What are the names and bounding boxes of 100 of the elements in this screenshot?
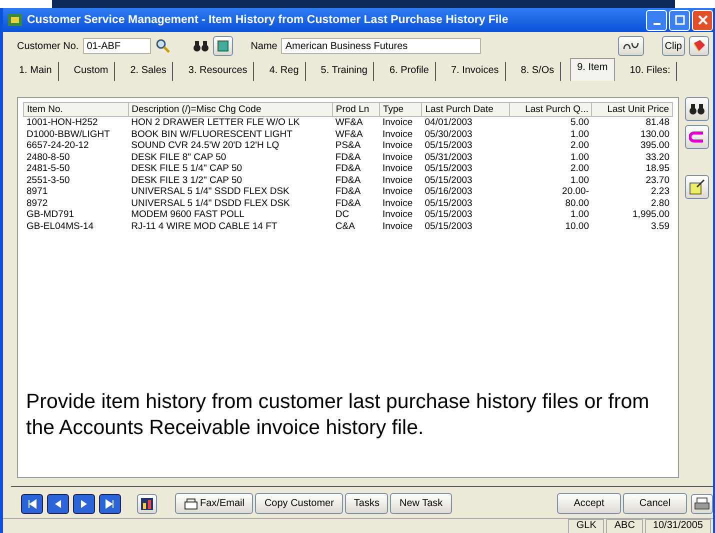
magnet-button[interactable] [685, 125, 709, 149]
table-cell-text: WF&A [334, 128, 364, 140]
table-cell-text: DC [334, 209, 350, 220]
tab[interactable]: 2. Sales [124, 62, 174, 81]
table-cell: HON 2 DRAWER LETTER FLE W/O LK [128, 116, 332, 128]
binoculars-icon [689, 102, 705, 116]
table-cell-text: 10.00 [564, 220, 590, 232]
tab[interactable]: 3. Resources [182, 62, 254, 81]
last-icon [104, 498, 116, 510]
table-cell-text: Invoice [382, 198, 414, 209]
close-button[interactable] [692, 10, 713, 30]
table-cell-text: 2.00 [569, 163, 590, 174]
maximize-button[interactable] [669, 10, 690, 30]
binoculars-icon[interactable] [192, 39, 209, 53]
table-cell-text: 395.00 [639, 140, 670, 152]
tab[interactable]: 10. Files: [624, 62, 678, 81]
note-button[interactable] [685, 175, 709, 199]
table-cell-text: 33.20 [644, 152, 670, 163]
footer-button[interactable]: Fax/Email [175, 493, 254, 514]
table-cell-text: Invoice [382, 140, 414, 152]
column-header[interactable]: Last Purch Q... [510, 102, 592, 116]
tab[interactable]: Custom [68, 62, 116, 81]
table-cell-text: 05/30/2003 [424, 128, 474, 140]
table-cell-text: 1.00 [569, 152, 590, 163]
square-icon [216, 40, 229, 52]
table-cell-text: 2551-3-50 [26, 174, 71, 186]
name-field[interactable]: American Business Futures [281, 38, 482, 54]
column-header[interactable]: Description (/)=Misc Chg Code [128, 102, 332, 116]
table-cell-text: FD&A [334, 174, 362, 186]
field-label: Customer No. [17, 40, 79, 52]
column-header[interactable]: Last Purch Date [422, 102, 510, 116]
first-record-button[interactable] [21, 494, 43, 514]
table-cell-text: 05/15/2003 [424, 198, 474, 209]
table-cell-text: Invoice [382, 128, 414, 140]
table-cell-text: 05/16/2003 [424, 186, 474, 198]
minimize-button[interactable] [646, 10, 667, 30]
printer-button[interactable] [691, 494, 713, 514]
minimize-icon [652, 23, 660, 25]
footer-button[interactable]: Tasks [344, 493, 388, 514]
table-cell-text: 2481-5-50 [26, 163, 71, 174]
table-cell: 04/01/2003 [422, 116, 510, 128]
maximize-icon [674, 15, 684, 25]
tab[interactable]: 7. Invoices [444, 62, 506, 81]
tab[interactable]: 4. Reg [263, 62, 306, 81]
table-cell-text: C&A [334, 220, 356, 232]
close-icon [698, 15, 708, 25]
tab[interactable]: 5. Training [314, 62, 374, 81]
app-icon [7, 12, 23, 28]
column-header[interactable]: Prod Ln [332, 102, 380, 116]
table-cell-text: GB-EL04MS-14 [26, 220, 95, 232]
tab[interactable]: 9. Item [570, 58, 615, 81]
status-field: ABC [606, 519, 643, 533]
column-header[interactable]: Last Unit Price [592, 102, 672, 116]
previous-record-button[interactable] [47, 494, 69, 514]
tab[interactable]: 1. Main [13, 62, 59, 81]
binoculars-button[interactable] [685, 97, 709, 121]
status-field: GLK [568, 519, 604, 533]
table-cell-text: 2.23 [650, 186, 670, 198]
window-title: Customer Service Management - Item History from Customer Last Purchase History File [27, 14, 508, 26]
table-cell-text: Invoice [382, 174, 414, 186]
next-record-button[interactable] [73, 494, 95, 514]
note-icon [689, 179, 705, 195]
table-cell-text: 1,995.00 [632, 209, 670, 220]
table-cell-text: DESK FILE 5 1/4" CAP 50 [130, 163, 244, 174]
clip-button[interactable]: Clip [662, 36, 685, 56]
search-icon[interactable] [154, 38, 171, 54]
tab[interactable]: 6. Profile [383, 62, 436, 81]
footer-button[interactable]: Accept [557, 493, 621, 514]
table-cell-text: 18.95 [644, 163, 670, 174]
table-cell-text: 20.00- [561, 186, 590, 198]
table-cell-text: 8972 [26, 198, 49, 209]
table-cell-text: 6657-24-20-12 [26, 140, 90, 152]
table-cell: 81.48 [592, 116, 672, 128]
table-cell-text: Invoice [382, 209, 414, 220]
table-cell-text: D1000-BBW/LIGHT [26, 128, 111, 140]
table-cell-text: 05/15/2003 [424, 209, 474, 220]
table-cell-text: UNIVERSAL 5 1/4" SSDD FLEX DSK [130, 186, 290, 198]
table-cell-text: MODEM 9600 FAST POLL [130, 209, 246, 220]
footer-button[interactable]: Copy Customer [255, 493, 343, 514]
table-cell-text: SOUND CVR 24.5'W 20'D 12'H LQ [130, 140, 280, 152]
footer-button[interactable]: Cancel [623, 493, 687, 514]
status-field: 10/31/2005 [644, 519, 711, 533]
table-cell-text: 23.70 [644, 174, 670, 186]
last-record-button[interactable] [99, 494, 121, 514]
footer-button[interactable]: New Task [390, 493, 452, 514]
table-cell-text: 1.00 [569, 128, 590, 140]
table-cell-text: DESK FILE 8" CAP 50 [130, 152, 228, 163]
table-cell: 5.00 [510, 116, 592, 128]
tab[interactable]: 8. S/Os [514, 62, 562, 81]
customer-number-field[interactable]: 01-ABF [82, 38, 151, 54]
column-header[interactable]: Item No. [24, 102, 128, 116]
table-cell-text: PS&A [334, 140, 362, 152]
table-cell-text: 05/31/2003 [424, 152, 474, 163]
table-cell-text: 1.00 [569, 209, 590, 220]
field-label: Name [250, 40, 278, 52]
table-cell-text: 8971 [26, 186, 49, 198]
first-icon [26, 498, 38, 510]
table-cell-text: FD&A [334, 186, 362, 198]
chart-button[interactable] [137, 494, 157, 514]
column-header[interactable]: Type [380, 102, 422, 116]
